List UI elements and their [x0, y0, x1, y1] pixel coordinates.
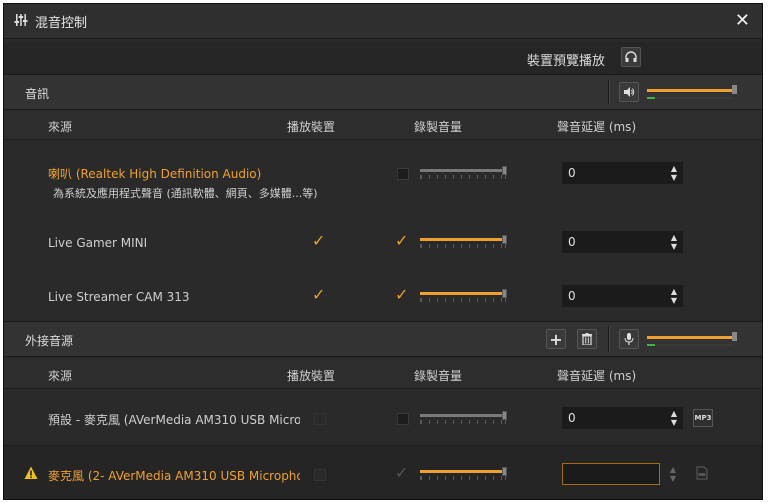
divider: [608, 79, 610, 105]
chevron-down-icon[interactable]: ▼: [671, 419, 677, 427]
playback-checkbox[interactable]: ✓: [312, 233, 326, 249]
record-checkbox[interactable]: [397, 168, 409, 180]
playback-checkbox[interactable]: [314, 413, 326, 425]
title-bar: 混音控制 ✕: [4, 4, 762, 39]
external-row-default-mic: 預設 - 麥克風 (AVerMedia AM310 USB Microp 0 ▲…: [4, 394, 762, 439]
warning-icon: [24, 466, 38, 479]
record-volume-slider[interactable]: [420, 289, 508, 303]
close-icon[interactable]: ✕: [735, 10, 750, 31]
headphone-icon: [625, 51, 637, 62]
audio-row-live-gamer-mini: Live Gamer MINI ✓ ✓ 0 ▲ ▼: [4, 220, 762, 265]
delay-stepper[interactable]: 0 ▲ ▼: [562, 285, 683, 307]
microphone-icon: [624, 333, 634, 345]
speaker-icon: [624, 87, 635, 97]
trash-icon: [582, 333, 592, 345]
source-name: 麥克風 (2- AVerMedia AM310 USB Micropho: [48, 469, 300, 483]
audio-master-level[interactable]: [647, 85, 737, 101]
delay-stepper[interactable]: 0 ▲ ▼: [562, 162, 683, 184]
delay-stepper[interactable]: 0 ▲ ▼: [562, 231, 683, 253]
audio-row-live-streamer-cam: Live Streamer CAM 313 ✓ ✓ 0 ▲ ▼: [4, 274, 762, 319]
external-column-header: 來源 播放裝置 錄製音量 聲音延遲 (ms): [4, 359, 762, 389]
plus-icon: +: [549, 329, 563, 349]
record-checkbox[interactable]: ✓: [395, 287, 409, 303]
record-volume-slider[interactable]: [420, 235, 508, 249]
chevron-up-icon[interactable]: ▲: [671, 410, 677, 418]
record-volume-slider[interactable]: [420, 467, 508, 481]
record-volume-slider[interactable]: [420, 411, 508, 425]
col-playback: 播放裝置: [287, 369, 336, 383]
add-source-button[interactable]: +: [546, 329, 566, 349]
chevron-down-icon[interactable]: ▼: [671, 297, 677, 305]
chevron-up-icon[interactable]: ▲: [671, 165, 677, 173]
window-title: 混音控制: [35, 16, 88, 31]
record-volume-slider[interactable]: [420, 166, 508, 180]
delete-source-button[interactable]: [577, 329, 597, 349]
delay-stepper-arrows[interactable]: ▲ ▼: [662, 463, 682, 485]
audio-column-header: 來源 播放裝置 錄製音量 聲音延遲 (ms): [4, 110, 762, 140]
audio-section-header: 音訊: [4, 74, 762, 110]
col-source: 來源: [48, 369, 73, 383]
chevron-up-icon[interactable]: ▲: [671, 234, 677, 242]
mic-button[interactable]: [619, 329, 639, 349]
external-section-title: 外接音源: [25, 334, 74, 348]
source-name: Live Streamer CAM 313: [48, 290, 190, 304]
col-source: 來源: [48, 120, 73, 134]
mixer-icon: [14, 14, 28, 26]
col-record: 錄製音量: [414, 369, 463, 383]
chevron-down-icon[interactable]: ▼: [671, 243, 677, 251]
col-playback: 播放裝置: [287, 120, 336, 134]
chevron-down-icon[interactable]: ▼: [670, 474, 676, 483]
playback-checkbox[interactable]: [314, 469, 326, 481]
mixer-window: 混音控制 ✕ 裝置預覽播放 音訊 來源 播放裝置 錄製音量 聲音延遲 (ms) …: [3, 3, 763, 500]
record-checkbox[interactable]: ✓: [395, 233, 409, 249]
mp3-button[interactable]: MP3: [693, 409, 713, 427]
source-subtitle: 為系統及應用程式聲音 (通訊軟體、網頁、多媒體...等): [53, 187, 318, 200]
record-checkbox[interactable]: [397, 413, 409, 425]
delay-stepper[interactable]: 0 ▲ ▼: [562, 407, 683, 429]
external-section-header: 外接音源 +: [4, 321, 762, 357]
headphone-button[interactable]: [621, 47, 641, 67]
preview-row: 裝置預覽播放: [4, 42, 762, 74]
playback-checkbox[interactable]: ✓: [312, 287, 326, 303]
col-delay: 聲音延遲 (ms): [557, 120, 637, 134]
external-master-level[interactable]: [647, 332, 737, 348]
col-delay: 聲音延遲 (ms): [557, 369, 637, 383]
external-row-mic-2: 麥克風 (2- AVerMedia AM310 USB Micropho ✓ ▲…: [4, 446, 762, 499]
divider: [608, 326, 610, 352]
audio-row-speaker: 喇叭 (Realtek High Definition Audio) 為系統及應…: [4, 140, 762, 210]
delay-input[interactable]: [562, 463, 660, 485]
source-name: Live Gamer MINI: [48, 236, 148, 250]
speaker-button[interactable]: [619, 82, 639, 102]
source-name: 預設 - 麥克風 (AVerMedia AM310 USB Microp: [48, 413, 300, 427]
record-checkbox[interactable]: ✓: [395, 465, 409, 481]
audio-section-title: 音訊: [25, 87, 50, 101]
chevron-up-icon[interactable]: ▲: [671, 288, 677, 296]
chevron-up-icon[interactable]: ▲: [670, 465, 676, 474]
file-icon[interactable]: [696, 466, 708, 480]
preview-label: 裝置預覽播放: [526, 54, 605, 69]
chevron-down-icon[interactable]: ▼: [671, 174, 677, 182]
source-name: 喇叭 (Realtek High Definition Audio): [48, 167, 262, 181]
col-record: 錄製音量: [414, 120, 463, 134]
